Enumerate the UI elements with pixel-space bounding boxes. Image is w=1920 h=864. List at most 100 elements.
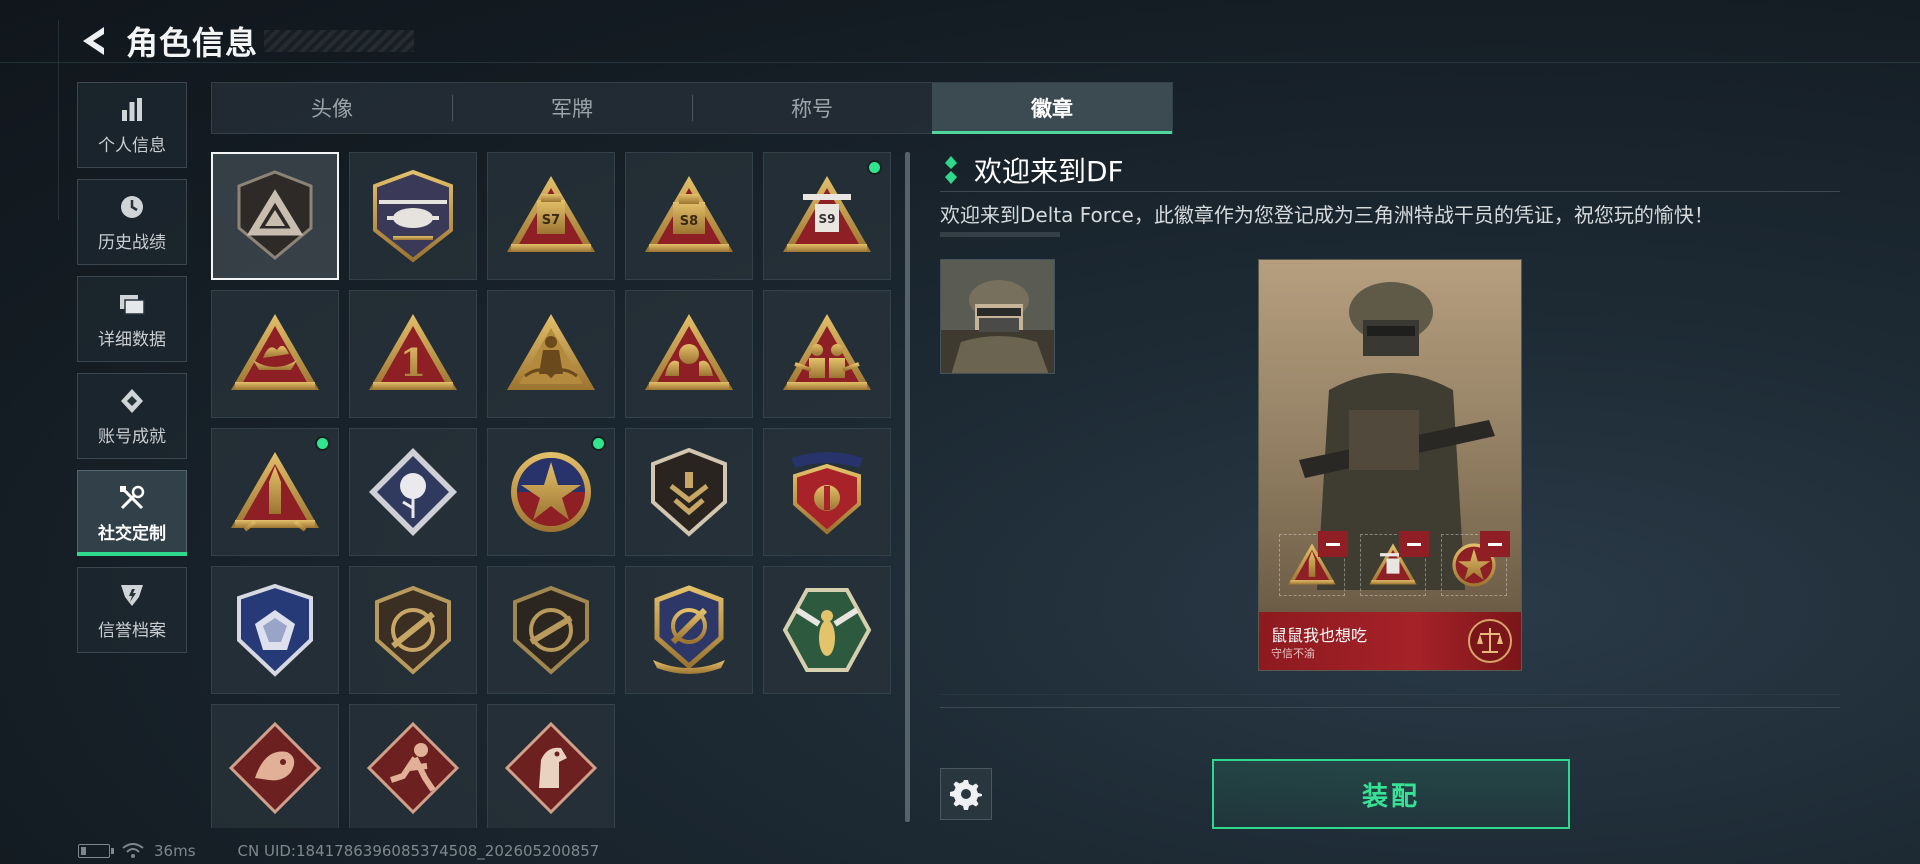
equipped-badges xyxy=(1279,531,1510,596)
diamond-marker-icon xyxy=(945,156,957,184)
s7-badge-icon: S7 xyxy=(501,166,601,266)
dragon-badge-icon xyxy=(228,721,322,815)
hornet-badge-icon xyxy=(782,588,872,672)
ping-value: 36ms xyxy=(154,842,196,860)
badge-number-one[interactable]: 1 xyxy=(349,290,477,418)
sidebar-item-label: 社交定制 xyxy=(98,523,166,544)
settings-button[interactable] xyxy=(940,768,992,820)
crosshair-crest-badge-icon xyxy=(653,585,725,674)
badge-grid: S7 S8 S9 1 xyxy=(211,152,899,828)
diamond-crest-badge-icon xyxy=(237,583,313,677)
runner-badge-icon xyxy=(366,721,460,815)
badge-rifle-shield[interactable] xyxy=(349,566,477,694)
tab-bar: 头像 军牌 称号 徽章 xyxy=(211,82,1173,134)
badge-s9[interactable]: S9 xyxy=(763,152,891,280)
tab-title[interactable]: 称号 xyxy=(692,83,932,133)
badge-rifle-shield-dark[interactable] xyxy=(487,566,615,694)
badge-diamond-crest[interactable] xyxy=(211,566,339,694)
user-uid: CN UID:18417863960853​74508_202605200857 xyxy=(237,842,600,860)
tab-dog-tag[interactable]: 军牌 xyxy=(452,83,692,133)
equipped-badge-slot-2[interactable] xyxy=(1360,531,1429,596)
badge-hands-triangle[interactable] xyxy=(625,290,753,418)
remove-badge-button[interactable] xyxy=(1318,531,1348,557)
badge-boat-triangle[interactable] xyxy=(211,290,339,418)
sidebar-item-achievements[interactable]: 账号成就 xyxy=(77,373,187,459)
back-arrow-icon xyxy=(83,27,104,55)
badge-red-crest[interactable] xyxy=(763,428,891,556)
sidebar-item-social-customization[interactable]: 社交定制 xyxy=(77,470,187,556)
horse-badge-icon xyxy=(504,721,598,815)
sidebar-item-label: 账号成就 xyxy=(98,426,166,447)
tab-avatar[interactable]: 头像 xyxy=(212,83,452,133)
svg-text:S7: S7 xyxy=(542,213,560,228)
avatar[interactable] xyxy=(940,259,1055,374)
svg-text:1: 1 xyxy=(400,340,426,385)
achievement-icon xyxy=(117,386,147,416)
badge-delta-shield[interactable] xyxy=(211,152,339,280)
badge-star-round[interactable] xyxy=(487,428,615,556)
gear-icon xyxy=(950,780,982,810)
page-header: 角色信息 xyxy=(76,16,415,66)
sidebar-item-personal-info[interactable]: 个人信息 xyxy=(77,82,187,168)
divider xyxy=(940,191,1840,192)
soldier-avatar-icon xyxy=(941,260,1054,373)
rose-badge-icon xyxy=(369,448,457,536)
remove-badge-button[interactable] xyxy=(1399,531,1429,557)
player-name: 鼠鼠我也想吃 xyxy=(1271,626,1368,645)
scales-emblem-icon xyxy=(1468,619,1512,663)
tools-icon xyxy=(117,483,147,513)
soldiers-triangle-badge-icon xyxy=(777,304,877,404)
equipped-badge-slot-3[interactable] xyxy=(1441,531,1510,596)
tab-badge[interactable]: 徽章 xyxy=(932,83,1172,134)
rifle-shield-badge-icon xyxy=(375,585,451,675)
badge-horse[interactable] xyxy=(487,704,615,828)
soldier-card-art-icon xyxy=(1259,260,1521,670)
badge-soldiers-triangle[interactable] xyxy=(763,290,891,418)
equip-button[interactable]: 装配 xyxy=(1212,759,1570,829)
sidebar-item-label: 历史战绩 xyxy=(98,232,166,253)
badge-rocket-triangle[interactable] xyxy=(211,428,339,556)
number-one-badge-icon: 1 xyxy=(363,304,463,404)
badge-hornet[interactable] xyxy=(763,566,891,694)
badge-crosshair-crest[interactable] xyxy=(625,566,753,694)
delta-shield-badge-icon xyxy=(237,170,313,260)
badge-s7[interactable]: S7 xyxy=(487,152,615,280)
boat-triangle-badge-icon xyxy=(225,304,325,404)
badge-s8[interactable]: S8 xyxy=(625,152,753,280)
s9-badge-icon: S9 xyxy=(777,166,877,266)
dancer-triangle-badge-icon xyxy=(507,314,595,390)
bar-chart-icon xyxy=(117,95,147,125)
badge-name: 欢迎来到DF xyxy=(974,155,1124,188)
badge-dancer-triangle[interactable] xyxy=(487,290,615,418)
sidebar-item-history[interactable]: 历史战绩 xyxy=(77,179,187,265)
star-round-badge-icon xyxy=(511,452,591,532)
badge-description: 欢迎来到Delta Force，此徽章作为您登记成为三角洲特战干员的凭证，祝您玩… xyxy=(940,203,1714,227)
sidebar-item-label: 个人信息 xyxy=(98,135,166,156)
badge-runner[interactable] xyxy=(349,704,477,828)
badge-grid-scrollbar[interactable] xyxy=(905,152,910,822)
badge-dragon[interactable] xyxy=(211,704,339,828)
title-decoration xyxy=(264,30,415,52)
rifle-shield-dark-badge-icon xyxy=(513,585,589,675)
new-indicator xyxy=(591,436,606,451)
sidebar-item-reputation[interactable]: 信誉档案 xyxy=(77,567,187,653)
hands-triangle-badge-icon xyxy=(639,304,739,404)
badge-chevron-shield[interactable] xyxy=(625,428,753,556)
remove-badge-button[interactable] xyxy=(1480,531,1510,557)
divider xyxy=(940,707,1840,708)
back-button[interactable] xyxy=(76,20,118,62)
badge-rose[interactable] xyxy=(349,428,477,556)
status-bar: 36ms CN UID:18417863960853​74508_2026052… xyxy=(78,842,599,860)
new-indicator xyxy=(315,436,330,451)
equipped-badge-slot-1[interactable] xyxy=(1279,531,1348,596)
helicopter-badge-icon xyxy=(373,169,453,263)
folder-icon xyxy=(117,289,147,319)
wifi-icon xyxy=(122,843,144,858)
description-decoration xyxy=(940,232,1060,237)
player-subtitle: 守信不渝 xyxy=(1271,647,1315,660)
chevron-shield-badge-icon xyxy=(651,447,727,537)
shield-star-icon xyxy=(117,580,147,610)
badge-helicopter[interactable] xyxy=(349,152,477,280)
sidebar-item-label: 信誉档案 xyxy=(98,620,166,641)
sidebar-item-detailed-data[interactable]: 详细数据 xyxy=(77,276,187,362)
